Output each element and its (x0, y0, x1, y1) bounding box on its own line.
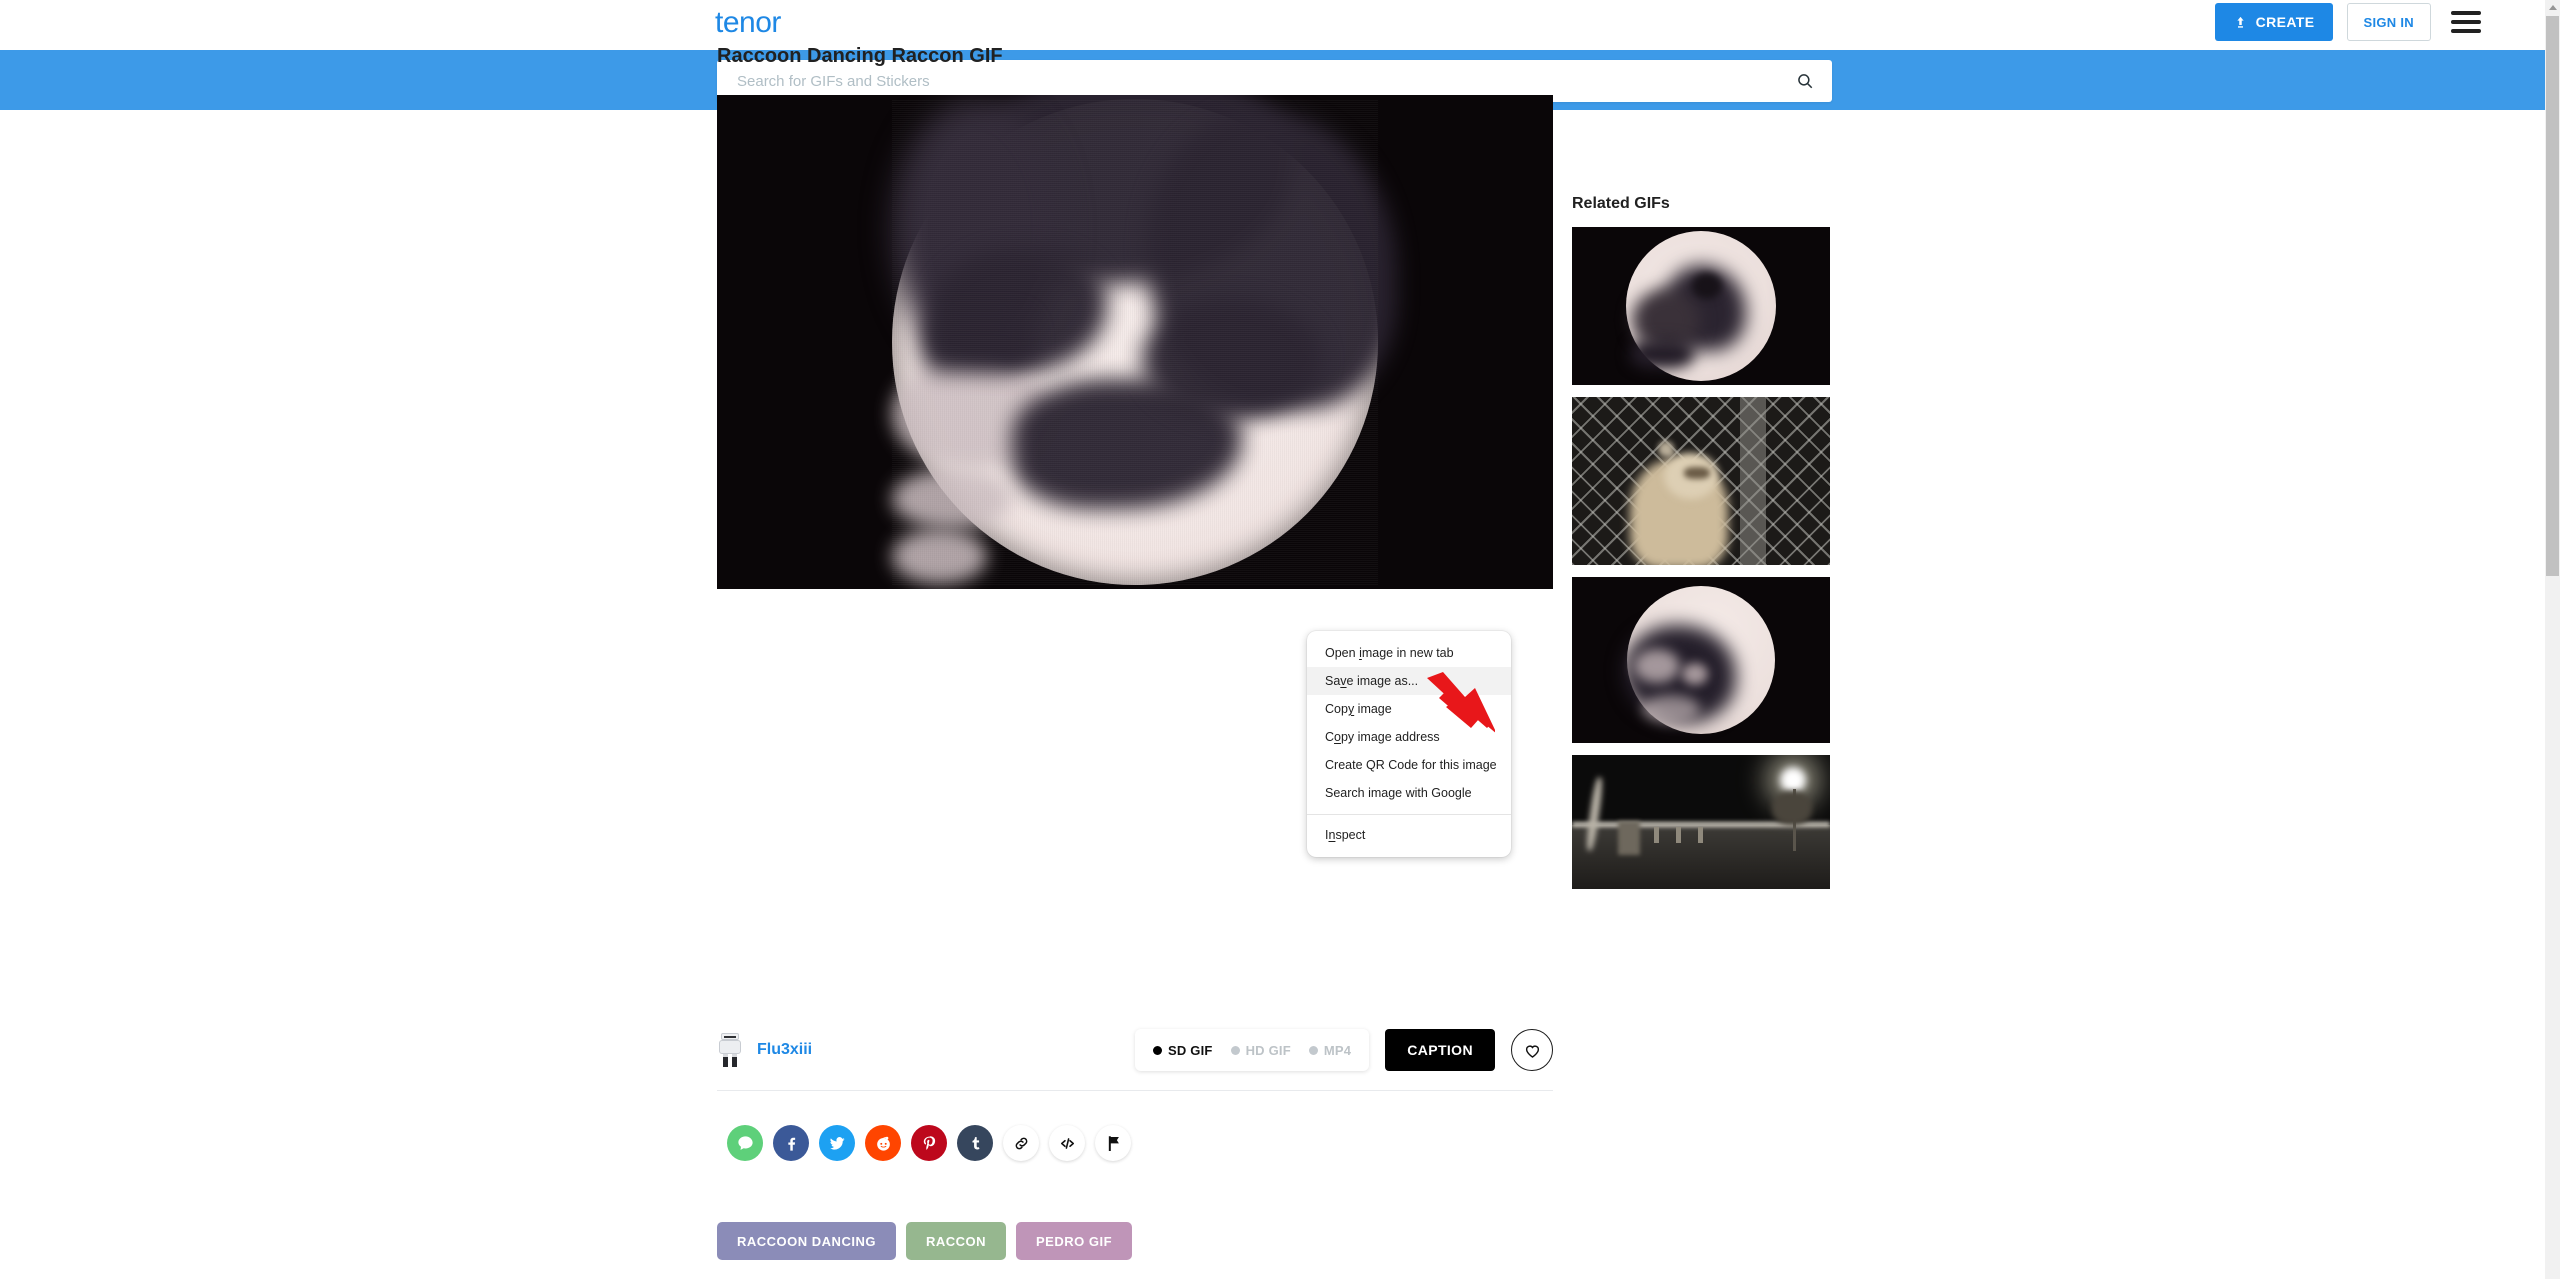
related-gifs-list (1572, 227, 1834, 889)
tenor-logo[interactable]: tenor (715, 6, 781, 40)
hamburger-menu-icon[interactable] (2451, 9, 2485, 35)
favorite-button[interactable] (1511, 1029, 1553, 1071)
header-actions: CREATE SIGN IN (2214, 3, 2485, 41)
main-gif-image[interactable] (892, 95, 1397, 585)
format-option-label: SD GIF (1168, 1042, 1213, 1058)
context-menu-item-copy-image[interactable]: Copy image (1307, 695, 1511, 723)
facebook-share-button[interactable] (773, 1125, 809, 1161)
scrollbar-thumb[interactable] (2546, 16, 2559, 576)
context-menu-item-label: Create QR Code for this image (1325, 758, 1497, 772)
format-option-label: MP4 (1323, 1042, 1352, 1058)
tag-raccon[interactable]: RACCON (905, 1222, 1007, 1260)
link-icon (1015, 1137, 1027, 1149)
tag-pedro-gif[interactable]: PEDRO GIF (1016, 1222, 1133, 1260)
create-button-label: CREATE (2255, 14, 2315, 30)
caption-button[interactable]: CAPTION (1385, 1029, 1495, 1071)
context-menu-item-save-image-as[interactable]: Save image as... (1307, 667, 1511, 695)
context-menu-item-open-image-in-new-tab[interactable]: Open image in new tab (1307, 639, 1511, 667)
upload-icon (2236, 16, 2244, 28)
search-icon (1798, 74, 1813, 89)
avatar[interactable] (717, 1032, 743, 1068)
context-menu-item-label: Save image as... (1325, 674, 1419, 688)
site-header: tenor CREATE SIGN IN (0, 0, 2545, 50)
context-menu-item-label: Copy image address (1325, 730, 1440, 744)
code-icon (1060, 1137, 1074, 1149)
related-gif-thumbnail[interactable] (1572, 755, 1830, 889)
radio-dot-icon (1308, 1045, 1318, 1055)
create-button[interactable]: CREATE (2214, 3, 2333, 41)
main-gif-viewer[interactable] (717, 95, 1553, 589)
context-menu-items: Open image in new tab Save image as... Cop… (1307, 639, 1511, 807)
format-selector[interactable]: SD GIF HD GIF MP4 (1135, 1029, 1370, 1071)
report-button[interactable] (1095, 1125, 1131, 1161)
context-menu-item-inspect[interactable]: Inspect (1307, 821, 1511, 849)
format-option-mp4[interactable]: MP4 (1308, 1042, 1352, 1058)
tumblr-share-button[interactable] (957, 1125, 993, 1161)
context-menu-item-create-qr-code-for-this-image[interactable]: Create QR Code for this image (1307, 751, 1511, 779)
message-icon (737, 1135, 753, 1150)
page-title: Raccoon Dancing Raccon GIF (717, 45, 1003, 67)
signin-button[interactable]: SIGN IN (2346, 3, 2431, 41)
tag-raccoon-dancing[interactable]: RACCOON DANCING (717, 1222, 896, 1260)
context-menu-divider (1307, 814, 1511, 815)
tag-row: RACCOON DANCING RACCON PEDRO GIF (717, 1222, 1133, 1260)
context-menu-item-label: Inspect (1325, 828, 1366, 842)
format-option-label: HD GIF (1245, 1042, 1291, 1058)
gif-artwork (892, 95, 1397, 585)
search-submit-button[interactable] (1788, 72, 1832, 90)
scroll-up-arrow-icon[interactable] (2545, 0, 2560, 15)
section-divider (717, 1090, 1553, 1091)
related-gif-thumbnail[interactable] (1572, 577, 1830, 743)
related-gifs-title: Related GIFs (1572, 195, 1670, 212)
pinterest-share-button[interactable] (911, 1125, 947, 1161)
tumblr-icon (971, 1136, 979, 1149)
related-gif-thumbnail[interactable] (1572, 397, 1830, 565)
format-option-sd-gif[interactable]: SD GIF (1153, 1043, 1213, 1058)
search-input[interactable] (717, 72, 1788, 90)
page-scrollbar[interactable] (2545, 0, 2560, 1279)
flag-icon (1108, 1135, 1119, 1151)
heart-icon (1525, 1044, 1539, 1058)
related-gifs-panel: Related GIFs (1572, 195, 1834, 901)
embed-code-button[interactable] (1049, 1125, 1085, 1161)
reddit-share-button[interactable] (865, 1125, 901, 1161)
context-menu-item-label: Open image in new tab (1325, 646, 1454, 660)
share-buttons-row (727, 1125, 1131, 1161)
gif-meta-row: Flu3xiii SD GIF HD GIF MP4 CAPTION (717, 1022, 1553, 1078)
pinterest-icon (923, 1135, 935, 1150)
facebook-icon (787, 1137, 795, 1151)
author-name-link[interactable]: Flu3xiii (757, 1041, 812, 1059)
context-menu-item-search-image-with-google[interactable]: Search image with Google (1307, 779, 1511, 807)
gif-actions: SD GIF HD GIF MP4 CAPTION (1135, 1029, 1553, 1071)
browser-context-menu[interactable]: Open image in new tab Save image as... Cop… (1307, 631, 1511, 857)
radio-dot-icon (1230, 1045, 1240, 1055)
message-share-button[interactable] (727, 1125, 763, 1161)
reddit-icon (876, 1136, 890, 1151)
copy-link-button[interactable] (1003, 1125, 1039, 1161)
twitter-share-button[interactable] (819, 1125, 855, 1161)
twitter-icon (829, 1136, 845, 1150)
related-gif-thumbnail[interactable] (1572, 227, 1830, 385)
radio-dot-icon (1153, 1045, 1163, 1055)
context-menu-item-label: Search image with Google (1325, 786, 1472, 800)
context-menu-item-label: Copy image (1325, 702, 1392, 716)
format-option-hd-gif[interactable]: HD GIF (1230, 1042, 1291, 1058)
context-menu-item-copy-image-address[interactable]: Copy image address (1307, 723, 1511, 751)
